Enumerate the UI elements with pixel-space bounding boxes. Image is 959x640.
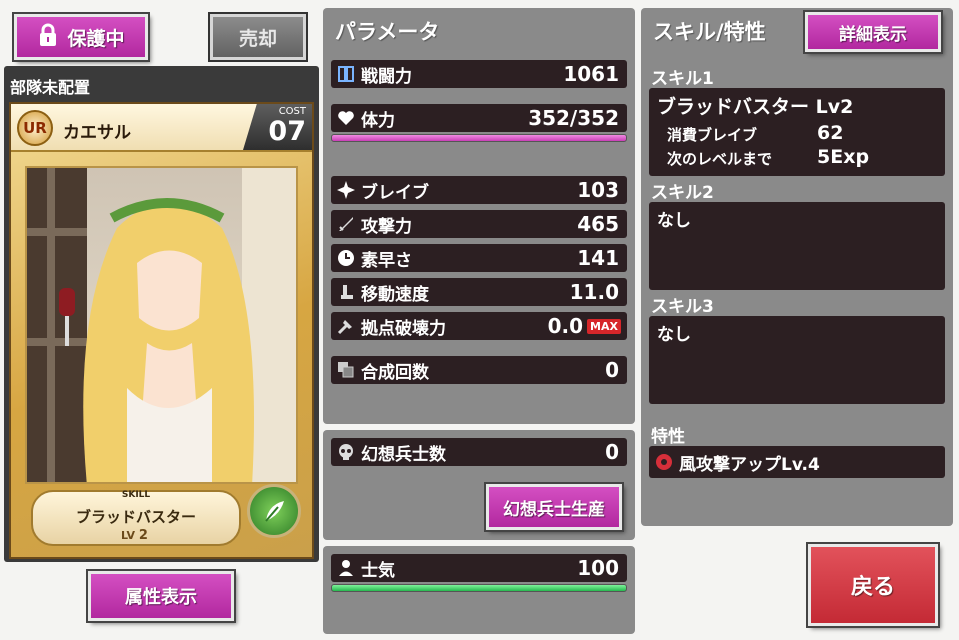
phantom-row: 幻想兵士数 0 bbox=[331, 438, 627, 466]
skull-icon bbox=[335, 441, 357, 463]
attribute-label: 属性表示 bbox=[125, 587, 197, 608]
morale-value: 100 bbox=[577, 556, 619, 580]
stat-value: 465 bbox=[577, 212, 619, 236]
synth-value: 0 bbox=[605, 358, 619, 382]
produce-phantom-label: 幻想兵士生産 bbox=[503, 499, 605, 520]
stat-label: 拠点破壊力 bbox=[361, 318, 446, 339]
back-label: 戻る bbox=[850, 575, 895, 600]
sword-icon bbox=[335, 213, 357, 235]
stat-label: 移動速度 bbox=[361, 284, 429, 305]
back-button[interactable]: 戻る bbox=[808, 544, 938, 626]
rarity-badge: UR bbox=[17, 110, 53, 146]
skill2-box[interactable]: なし bbox=[649, 202, 945, 290]
card-level: LV 2 bbox=[121, 528, 148, 543]
skill3-box[interactable]: なし bbox=[649, 316, 945, 404]
synth-icon bbox=[335, 359, 357, 381]
parameter-panel: パラメータ 戦闘力 1061 体力 352/352 ブレイブ 103 攻撃力 465 素… bbox=[323, 8, 635, 424]
stat-value: 11.0 bbox=[569, 280, 619, 304]
stat-label: ブレイブ bbox=[361, 182, 429, 203]
detail-button[interactable]: 詳細表示 bbox=[805, 12, 941, 52]
stat-row: 攻撃力 465 bbox=[331, 210, 627, 238]
card-name: カエサル bbox=[63, 123, 131, 143]
attribute-button[interactable]: 属性表示 bbox=[88, 571, 234, 621]
protect-label: 保護中 bbox=[67, 27, 125, 50]
hp-row: 体力 352/352 bbox=[331, 104, 627, 132]
phantom-panel: 幻想兵士数 0 幻想兵士生産 bbox=[323, 430, 635, 540]
synth-row: 合成回数 0 bbox=[331, 356, 627, 384]
cost-value: 07 bbox=[268, 116, 306, 147]
boot-icon bbox=[335, 281, 357, 303]
stat-row: 移動速度 11.0 bbox=[331, 278, 627, 306]
skill3-header: スキル3 bbox=[651, 297, 714, 317]
skill3-value: なし bbox=[657, 325, 691, 345]
burst-icon bbox=[335, 179, 357, 201]
skill2-header: スキル2 bbox=[651, 183, 714, 203]
stat-row: 素早さ 141 bbox=[331, 244, 627, 272]
skills-panel: スキル/特性 詳細表示 スキル1 ブラッドバスター Lv2 消費ブレイブ 62 … bbox=[641, 8, 953, 526]
phantom-value: 0 bbox=[605, 440, 619, 464]
sell-label: 売却 bbox=[238, 27, 277, 50]
trait-value: 風攻撃アップLv.4 bbox=[679, 454, 820, 475]
parameter-title: パラメータ bbox=[335, 20, 440, 44]
stat-row: 拠点破壊力 0.0 MAX bbox=[331, 312, 627, 340]
card-skill-plaque: SKILL ブラッドバスター LV 2 bbox=[31, 490, 241, 546]
max-badge: MAX bbox=[587, 318, 621, 334]
skill2-value: なし bbox=[657, 211, 691, 231]
trait-header: 特性 bbox=[651, 427, 685, 447]
sell-button[interactable]: 売却 bbox=[210, 14, 306, 60]
hammer-icon bbox=[335, 315, 357, 337]
hp-bar-fill bbox=[332, 135, 626, 141]
character-art bbox=[25, 166, 298, 484]
stat-value: 141 bbox=[577, 246, 619, 270]
morale-row: 士気 100 bbox=[331, 554, 627, 582]
stat-value: 103 bbox=[577, 178, 619, 202]
morale-panel: 士気 100 bbox=[323, 546, 635, 634]
hp-bar bbox=[331, 134, 627, 142]
person-icon bbox=[335, 557, 357, 579]
trait-box[interactable]: 風攻撃アップLv.4 bbox=[649, 446, 945, 478]
combat-value: 1061 bbox=[563, 62, 619, 86]
skill1-name: ブラッドバスター Lv2 bbox=[657, 96, 854, 118]
skills-title: スキル/特性 bbox=[653, 20, 766, 44]
combat-row: 戦闘力 1061 bbox=[331, 60, 627, 88]
morale-bar-fill bbox=[332, 585, 626, 591]
protect-button[interactable]: 保護中 bbox=[14, 14, 148, 60]
card-skill-name: ブラッドバスター bbox=[75, 508, 196, 526]
stat-label: 攻撃力 bbox=[361, 216, 412, 237]
combat-icon bbox=[335, 63, 357, 85]
stat-row: ブレイブ 103 bbox=[331, 176, 627, 204]
wind-element-icon bbox=[247, 484, 301, 538]
stat-value: 0.0 bbox=[547, 314, 584, 338]
deploy-status: 部隊未配置 bbox=[10, 78, 91, 97]
hp-value: 352/352 bbox=[528, 106, 619, 130]
skill1-header: スキル1 bbox=[651, 69, 714, 89]
lock-icon bbox=[37, 23, 59, 52]
trait-icon bbox=[655, 453, 673, 471]
skill1-cost-value: 62 bbox=[817, 122, 844, 144]
unit-card[interactable]: UR カエサル COST 07 SKILL ブラッドバスター LV 2 bbox=[9, 102, 314, 559]
skill1-next-value: 5Exp bbox=[817, 146, 870, 168]
skill1-box[interactable]: ブラッドバスター Lv2 消費ブレイブ 62 次のレベルまで 5Exp bbox=[649, 88, 945, 176]
detail-label: 詳細表示 bbox=[839, 24, 907, 45]
morale-bar bbox=[331, 584, 627, 592]
heart-icon bbox=[335, 107, 357, 129]
clock-icon bbox=[335, 247, 357, 269]
stat-label: 素早さ bbox=[361, 250, 412, 271]
produce-phantom-button[interactable]: 幻想兵士生産 bbox=[486, 484, 622, 530]
